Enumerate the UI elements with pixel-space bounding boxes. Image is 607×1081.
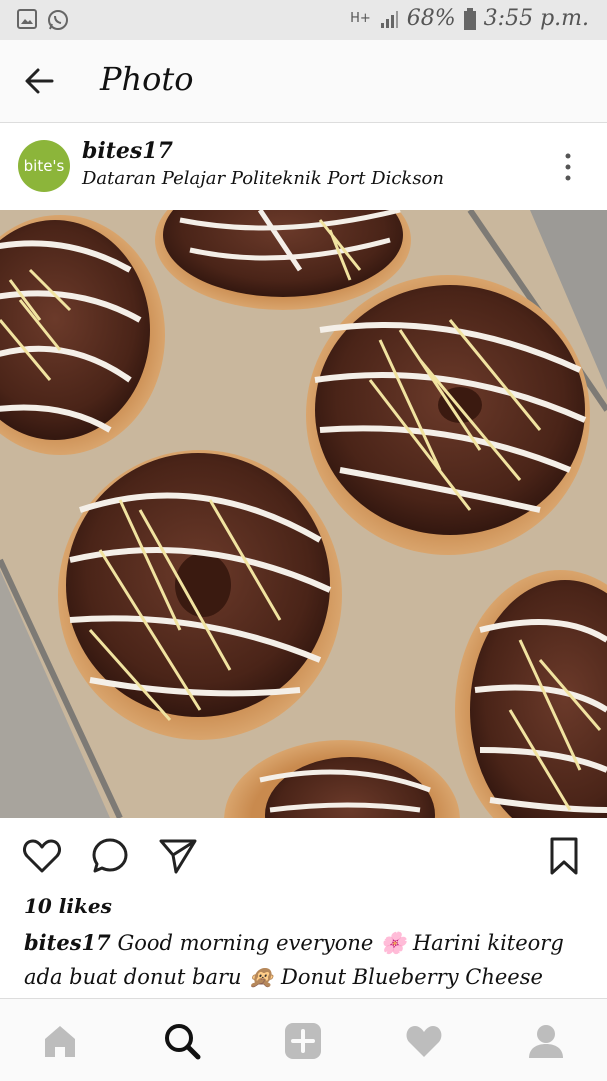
donuts-photo	[0, 210, 607, 818]
battery-icon	[463, 7, 476, 30]
add-icon[interactable]	[283, 1021, 323, 1061]
heart-icon[interactable]	[22, 836, 62, 876]
app-bar: Photo	[0, 40, 607, 123]
activity-heart-icon[interactable]	[404, 1021, 444, 1061]
post-header: bite's bites17 Dataran Pelajar Politekni…	[0, 124, 607, 210]
network-type: H+	[350, 11, 371, 26]
search-icon[interactable]	[162, 1021, 202, 1061]
home-icon[interactable]	[40, 1021, 80, 1061]
clock: 3:55 p.m.	[483, 6, 589, 31]
post-actions: 10 likes bites17 Good morning everyone 🌸…	[0, 818, 607, 998]
send-icon[interactable]	[158, 836, 198, 876]
likes-count[interactable]: 10 likes	[24, 894, 112, 918]
caption-username[interactable]: bites17	[24, 930, 111, 955]
donut-center-left	[58, 450, 342, 740]
profile-icon[interactable]	[526, 1021, 566, 1061]
post-location[interactable]: Dataran Pelajar Politeknik Port Dickson	[82, 168, 444, 189]
status-bar: H+ 68% 3:55 p.m.	[0, 0, 607, 40]
post-photo[interactable]	[0, 210, 607, 818]
avatar[interactable]: bite's	[18, 140, 70, 192]
post-username[interactable]: bites17	[82, 138, 173, 164]
status-right: H+ 68% 3:55 p.m.	[350, 6, 589, 31]
battery-percent: 68%	[406, 6, 456, 31]
post-caption: bites17 Good morning everyone 🌸 Harini k…	[24, 926, 599, 994]
comment-icon[interactable]	[90, 836, 130, 876]
bookmark-icon[interactable]	[544, 836, 584, 876]
page-title: Photo	[100, 60, 194, 98]
bottom-navigation	[0, 998, 607, 1081]
avatar-logo-text: bite's	[23, 157, 65, 175]
gallery-notification-icon	[17, 9, 37, 29]
signal-icon	[380, 10, 398, 28]
whatsapp-notification-icon	[48, 10, 68, 30]
more-vertical-icon[interactable]	[563, 152, 573, 182]
status-left-icons	[16, 8, 70, 32]
donut-right	[306, 275, 590, 555]
back-arrow-icon[interactable]	[22, 64, 58, 98]
